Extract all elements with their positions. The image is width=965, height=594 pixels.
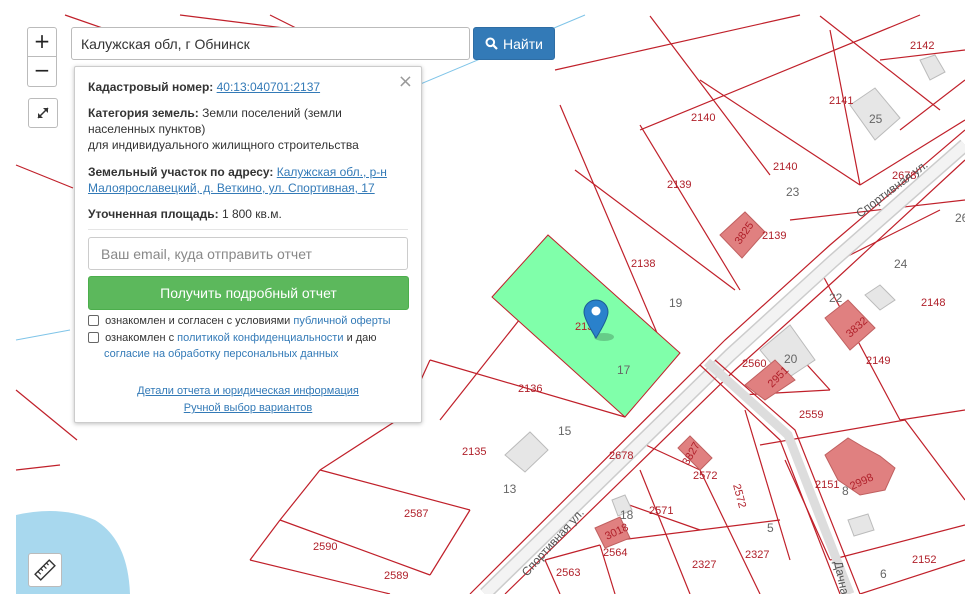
parcel-label-2327: 2327 <box>692 559 716 571</box>
offer-consent-checkbox[interactable] <box>88 315 99 326</box>
parcel-label-2678: 2678 <box>609 450 633 462</box>
parcel-label-2590: 2590 <box>313 541 337 553</box>
house-number: 19 <box>669 296 683 310</box>
parcel-label-2152: 2152 <box>912 554 936 566</box>
divider <box>88 229 408 230</box>
land-category-row: Категория земель: Земли поселений (земли… <box>88 105 409 153</box>
parcel-label-2140: 2140 <box>691 112 715 124</box>
cadastral-number-row: Кадастровый номер: 40:13:040701:2137 <box>88 79 409 95</box>
parcel-label-2560: 2560 <box>742 358 766 370</box>
house-number: 23 <box>786 185 800 199</box>
parcel-label-2327: 2327 <box>745 549 769 561</box>
parcel-label-2572: 2572 <box>693 470 717 482</box>
public-offer-link[interactable]: публичной оферты <box>293 315 390 327</box>
house-number: 13 <box>503 482 517 496</box>
parcel-label-2141: 2141 <box>829 95 853 107</box>
address-row: Земельный участок по адресу: Калужская о… <box>88 164 409 196</box>
get-report-button[interactable]: Получить подробный отчет <box>88 276 409 310</box>
report-details-link[interactable]: Детали отчета и юридическая информация <box>75 385 421 397</box>
consent-privacy-row: ознакомлен с политикой конфиденциальност… <box>88 330 411 362</box>
land-category-value: Земли поселений (земли <box>202 106 342 120</box>
parcel-label-2559: 2559 <box>799 409 823 421</box>
consent-offer-row: ознакомлен и согласен с условиями публич… <box>88 313 411 329</box>
address-label: Земельный участок по адресу: <box>88 165 274 179</box>
parcel-label-2139: 2139 <box>667 179 691 191</box>
fullscreen-button[interactable] <box>28 98 58 128</box>
zoom-out-button[interactable]: − <box>27 57 57 87</box>
parcel-label-2138: 2138 <box>631 258 655 270</box>
parcel-label-2589: 2589 <box>384 570 408 582</box>
house-number: 5 <box>767 521 774 535</box>
parcel-label-2135: 2135 <box>462 446 486 458</box>
house-number: 25 <box>869 112 883 126</box>
parcel-label-2564: 2564 <box>603 547 627 559</box>
land-category-value: для индивидуального жилищного строительс… <box>88 138 359 152</box>
land-category-value: населенных пунктов) <box>88 122 206 136</box>
expand-icon <box>37 107 49 119</box>
search-icon <box>485 37 498 50</box>
ruler-icon <box>34 559 56 581</box>
area-row: Уточненная площадь: 1 800 кв.м. <box>88 206 409 222</box>
parcel-label-2587: 2587 <box>404 508 428 520</box>
manual-selection-link[interactable]: Ручной выбор вариантов <box>75 402 421 414</box>
address-link[interactable]: Малоярославецкий, д. Веткино, ул. Спорти… <box>88 181 375 195</box>
consent-privacy-text: ознакомлен с <box>105 332 175 344</box>
zoom-in-button[interactable]: + <box>27 27 57 57</box>
house-number: 22 <box>829 291 843 305</box>
address-search-input[interactable] <box>71 27 470 60</box>
house-number: 26 <box>955 211 965 225</box>
parcel-label-2151: 2151 <box>815 479 839 491</box>
parcel-label-2149: 2149 <box>866 355 890 367</box>
house-number: 6 <box>880 567 887 581</box>
house-number: 18 <box>620 508 634 522</box>
parcel-label-2142: 2142 <box>910 40 934 52</box>
parcel-label-2136: 2136 <box>518 383 542 395</box>
privacy-policy-link[interactable]: политикой конфиденциальности <box>177 332 343 344</box>
personal-data-consent-link[interactable]: согласие на обработку персональных данны… <box>104 348 338 360</box>
area-value: 1 800 кв.м. <box>221 207 282 221</box>
parcel-label-2140: 2140 <box>773 161 797 173</box>
house-number: 20 <box>784 352 798 366</box>
cadastral-number-link[interactable]: 40:13:040701:2137 <box>217 80 320 94</box>
house-number: 24 <box>894 257 908 271</box>
parcel-label-2139: 2139 <box>762 230 786 242</box>
house-number: 17 <box>617 363 631 377</box>
consent-offer-text: ознакомлен и согласен с условиями <box>105 315 291 327</box>
address-link[interactable]: Калужская обл., р-н <box>277 165 387 179</box>
parcel-label-2571: 2571 <box>649 505 673 517</box>
area-label: Уточненная площадь: <box>88 207 219 221</box>
search-button[interactable]: Найти <box>473 27 555 60</box>
house-number: 15 <box>558 424 572 438</box>
ruler-tool-button[interactable] <box>28 553 62 587</box>
consent-privacy-mid: и даю <box>346 332 377 344</box>
email-input[interactable] <box>88 237 408 270</box>
parcel-label-2563: 2563 <box>556 567 580 579</box>
parcel-label-2148: 2148 <box>921 297 945 309</box>
search-button-label: Найти <box>503 35 543 52</box>
parcel-info-popup: × Кадастровый номер: 40:13:040701:2137 К… <box>74 66 422 423</box>
house-number: 8 <box>842 484 849 498</box>
cadastral-number-label: Кадастровый номер: <box>88 80 214 94</box>
privacy-consent-checkbox[interactable] <box>88 332 99 343</box>
land-category-label: Категория земель: <box>88 106 199 120</box>
